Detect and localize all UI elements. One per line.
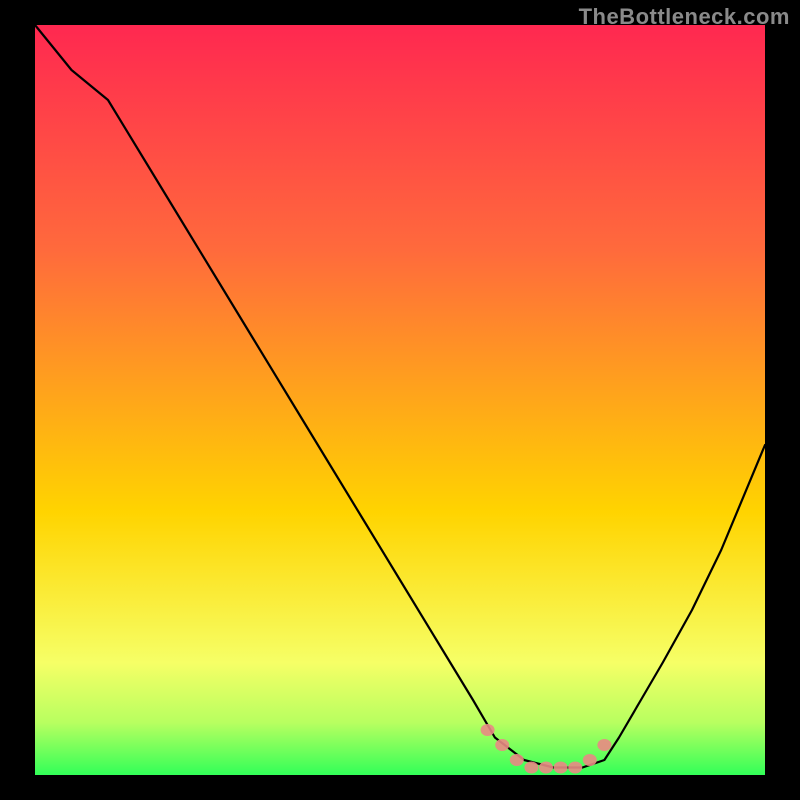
optimum-marker xyxy=(554,762,568,774)
optimum-marker xyxy=(524,762,538,774)
plot-background xyxy=(35,25,765,775)
optimum-marker xyxy=(597,739,611,751)
bottleneck-chart xyxy=(0,0,800,800)
optimum-marker xyxy=(481,724,495,736)
watermark-text: TheBottleneck.com xyxy=(579,4,790,30)
optimum-marker xyxy=(568,762,582,774)
optimum-marker xyxy=(583,754,597,766)
chart-container: TheBottleneck.com xyxy=(0,0,800,800)
optimum-marker xyxy=(539,762,553,774)
optimum-marker xyxy=(510,754,524,766)
optimum-marker xyxy=(495,739,509,751)
